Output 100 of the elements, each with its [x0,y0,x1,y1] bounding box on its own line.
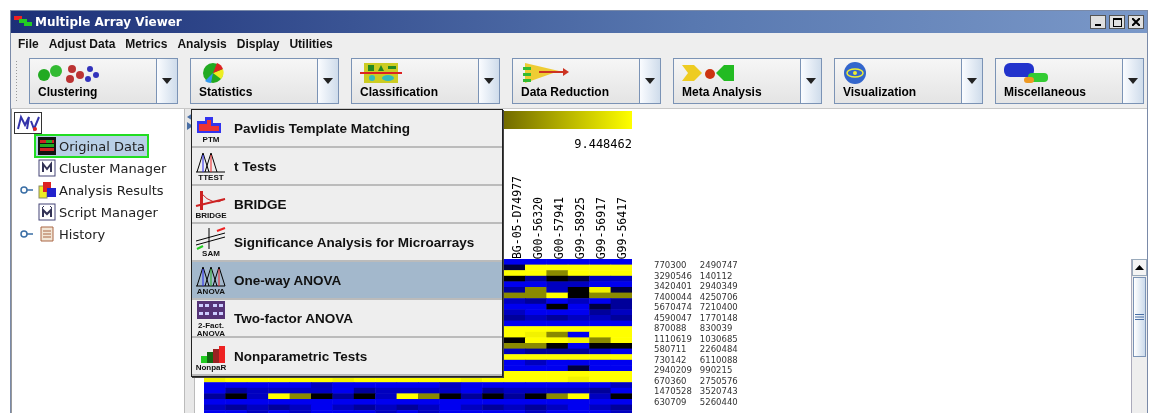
menu-item[interactable]: SAM Significance Analysis for Microarrays [192,224,502,262]
up-arrow-icon [1135,265,1144,270]
window-title: Multiple Array Viewer [35,15,182,29]
toolbar-button[interactable]: Clustering [30,59,156,103]
scale-max-value: 9.448462 [574,137,632,151]
scroll-thumb[interactable] [1133,277,1146,357]
row-label: 3420401 [654,281,692,292]
row-label: 830039 [699,323,734,334]
close-icon [1132,18,1140,26]
toolbar-button[interactable]: Visualization [835,59,961,103]
split-button[interactable]: Miscellaneous [995,58,1144,104]
classification-icon [358,61,404,85]
menu-item[interactable]: Adjust Data [43,35,121,53]
column-label: G99-56917 [593,196,608,259]
caret-icon [484,78,494,84]
row-label: 870088 [654,323,688,334]
caret-icon [323,78,333,84]
row-label: 6110088 [699,354,738,365]
icon-caption: 2-Fact. ANOVA [195,321,227,338]
split-button[interactable]: Classification [351,58,500,104]
menu-item[interactable]: Analysis [172,35,232,53]
row-label: 1110619 [654,333,692,344]
tree-item[interactable]: Script Manager [34,200,162,224]
history-icon [38,225,56,243]
icon-caption: PTM [202,135,220,144]
dropdown-arrow-button[interactable] [1122,59,1143,103]
toolbar-button[interactable]: Data Reduction [513,59,639,103]
toolbar-button[interactable]: Classification [352,59,478,103]
row-label: 730142 [654,354,688,365]
split-button[interactable]: Clustering [29,58,178,104]
menu-item[interactable]: Display [231,35,285,53]
row-label: 2490747 [699,260,738,271]
menu-item[interactable]: ANOVA One-way ANOVA [192,262,502,300]
caret-icon [645,78,655,84]
dropdown-arrow-button[interactable] [800,59,821,103]
dropdown-arrow-button[interactable] [156,59,177,103]
dropdown-arrow-button[interactable] [317,59,338,103]
row-label: 3520743 [699,386,738,397]
caret-icon [967,78,977,84]
grip-lines-icon [1135,314,1144,320]
row-label: 7400044 [654,291,692,302]
visualization-icon [841,61,868,85]
close-button[interactable] [1128,15,1144,29]
column-label: G99-58925 [572,196,587,259]
column-label: G00-57941 [551,196,566,259]
split-button[interactable]: Meta Analysis [673,58,822,104]
tree-item[interactable]: History [34,222,110,246]
row-label: 2750576 [699,375,738,386]
toolbar-button[interactable]: Statistics [191,59,317,103]
row-label: 1030685 [699,333,738,344]
scroll-up-button[interactable] [1132,259,1147,276]
row-label: 2260484 [699,344,738,355]
menu-item[interactable]: File [13,35,44,53]
menu-item[interactable]: Metrics [120,35,173,53]
split-button[interactable]: Statistics [190,58,339,104]
column-label: BG-05-D74977 [509,175,524,259]
tree-item[interactable]: Cluster Manager [34,156,171,180]
row-label: 2940349 [699,281,738,292]
row-label: 2940209 [654,365,692,376]
tree-item[interactable]: Analysis Results [34,178,168,202]
column-label: G99-56417 [614,196,629,259]
expand-handle-icon[interactable] [20,230,34,238]
toolbar-button[interactable]: Meta Analysis [674,59,800,103]
menu-item[interactable]: Utilities [284,35,338,53]
vertical-scrollbar[interactable] [1131,259,1147,413]
dropdown-arrow-button[interactable] [478,59,499,103]
row-label: 4250706 [699,291,738,302]
split-button[interactable]: Data Reduction [512,58,661,104]
row-label: 1470528 [654,386,692,397]
row-label: 140112 [699,270,734,281]
icon-caption: ANOVA [196,287,226,296]
icon-caption: SAM [202,249,220,258]
caret-icon [1128,78,1138,84]
row-label: 1770148 [699,312,738,323]
row-label: 770300 [654,260,688,271]
tree-item[interactable]: Original Data [34,134,150,158]
icon-caption: BRIDGE [195,211,227,220]
menu-item[interactable]: 2-Fact. ANOVA Two-factor ANOVA [192,300,502,338]
maximize-icon [1112,17,1122,27]
toolbar-button[interactable]: Miscellaneous [996,59,1122,103]
row-label: 5260440 [699,396,738,407]
expand-handle-icon[interactable] [20,186,34,194]
row-label: 5670474 [654,302,692,313]
app-icon [14,16,32,28]
row-label: 7210400 [699,302,738,313]
icon-caption: NonpaR [195,363,227,372]
row-label: 3290546 [654,270,692,281]
row-label: 4590047 [654,312,692,323]
split-button[interactable]: Visualization [834,58,983,104]
caret-icon [806,78,816,84]
icon-caption: TTEST [198,173,224,182]
maximize-button[interactable] [1109,15,1125,29]
mev-logo-icon [14,112,42,134]
minimize-button[interactable] [1090,15,1106,29]
column-label: G00-56320 [530,196,545,259]
dropdown-arrow-button[interactable] [961,59,982,103]
caret-icon [162,78,172,84]
dropdown-arrow-button[interactable] [639,59,660,103]
row-label: 990215 [699,365,734,376]
row-label: 670360 [654,375,688,386]
